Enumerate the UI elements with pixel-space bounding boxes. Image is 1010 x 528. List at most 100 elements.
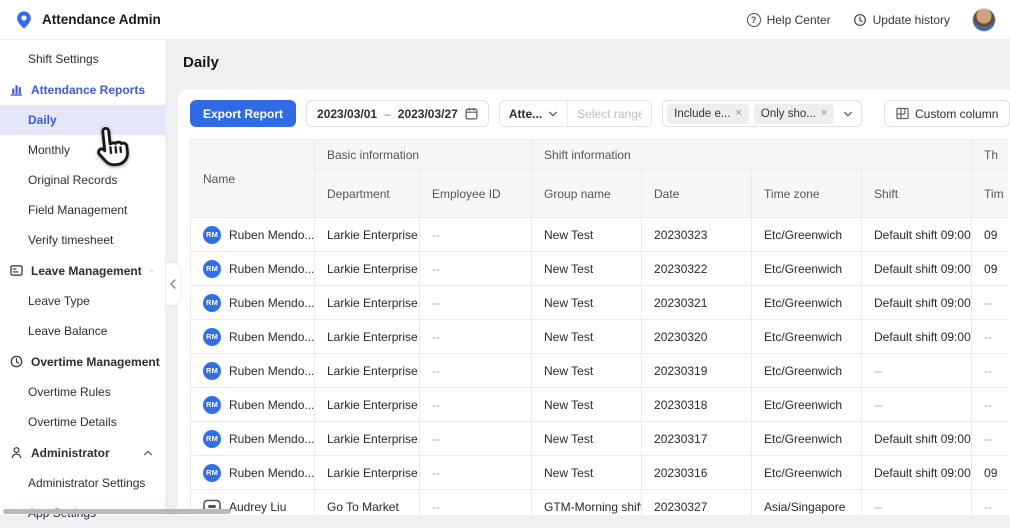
custom-column-button[interactable]: Custom column (884, 100, 1010, 127)
chip-label: Only sho... (761, 108, 816, 120)
history-clock-icon (853, 13, 867, 27)
cell-group-name: GTM-Morning shift (532, 490, 642, 516)
employee-name: Audrey Liu (229, 500, 286, 514)
cell-group-name: New Test (532, 456, 642, 490)
column-header-name: Name (191, 140, 315, 218)
update-history-button[interactable]: Update history (853, 13, 950, 27)
avatar: RM (203, 226, 221, 244)
cell-time: 09 (972, 218, 1008, 252)
range-separator: – (384, 107, 391, 121)
cell-employee-id: -- (420, 490, 532, 516)
table-row[interactable]: RMRuben Mendo... Larkie Enterprise -- Ne… (191, 252, 1009, 286)
select-range-input[interactable] (567, 101, 651, 126)
cell-time: 09 (972, 456, 1008, 490)
sidebar-item-leave-type[interactable]: Leave Type (0, 286, 165, 316)
table-row[interactable]: Audrey Liu Go To Market -- GTM-Morning s… (191, 490, 1009, 516)
employee-name: Ruben Mendo... (229, 432, 314, 446)
group-header-basic-information: Basic information (315, 140, 532, 170)
employee-name: Ruben Mendo... (229, 228, 314, 242)
sidebar-item-verify-timesheet[interactable]: Verify timesheet (0, 225, 165, 255)
table-row[interactable]: RMRuben Mendo... Larkie Enterprise -- Ne… (191, 286, 1009, 320)
close-icon[interactable]: × (821, 108, 827, 119)
chevron-up-icon (143, 448, 153, 458)
table-row[interactable]: RMRuben Mendo... Larkie Enterprise -- Ne… (191, 422, 1009, 456)
employee-name: Ruben Mendo... (229, 398, 314, 412)
administrator-person-icon (10, 446, 23, 459)
date-range-picker[interactable]: 2023/03/01 – 2023/03/27 (306, 100, 489, 127)
main-content: Daily Export Report 2023/03/01 – 2023/03… (166, 40, 1010, 515)
avatar: RM (203, 430, 221, 448)
overtime-clock-icon (10, 355, 23, 368)
leave-card-icon (10, 264, 23, 277)
sidebar-item-overtime-rules[interactable]: Overtime Rules (0, 377, 165, 407)
custom-column-label: Custom column (915, 107, 998, 121)
sidebar-section-attendance-reports[interactable]: Attendance Reports (0, 74, 165, 105)
table-row[interactable]: RMRuben Mendo... Larkie Enterprise -- Ne… (191, 388, 1009, 422)
cell-group-name: New Test (532, 218, 642, 252)
sidebar-item-leave-balance[interactable]: Leave Balance (0, 316, 165, 346)
user-avatar[interactable] (972, 8, 996, 32)
column-header-department: Department (315, 170, 420, 218)
filter-chips-group[interactable]: Include e... × Only sho... × (662, 100, 862, 127)
employee-name: Ruben Mendo... (229, 466, 314, 480)
sidebar-section-label: Overtime Management (31, 355, 160, 369)
sidebar-item-monthly[interactable]: Monthly (0, 135, 165, 165)
sidebar-item-field-management[interactable]: Field Management (0, 195, 165, 225)
sidebar-section-overtime-management[interactable]: Overtime Management (0, 346, 165, 377)
filter-chip-include[interactable]: Include e... × (667, 104, 749, 124)
sidebar-item-shift-settings[interactable]: Shift Settings (0, 44, 165, 74)
help-center-button[interactable]: ? Help Center (747, 13, 831, 27)
cell-employee-id: -- (420, 422, 532, 456)
cell-time: -- (972, 422, 1008, 456)
sidebar-collapse-handle[interactable] (166, 263, 180, 305)
export-report-button[interactable]: Export Report (190, 100, 296, 127)
cell-date: 20230323 (642, 218, 752, 252)
cell-employee-id: -- (420, 218, 532, 252)
cell-time-zone: Etc/Greenwich (752, 388, 862, 422)
sidebar-section-leave-management[interactable]: Leave Management (0, 255, 165, 286)
avatar: RM (203, 464, 221, 482)
horizontal-scrollbar-thumb[interactable] (3, 509, 231, 514)
cell-time-zone: Etc/Greenwich (752, 218, 862, 252)
sidebar-section-administrator[interactable]: Administrator (0, 437, 165, 468)
column-header-date: Date (642, 170, 752, 218)
avatar: RM (203, 362, 221, 380)
sidebar-item-overtime-details[interactable]: Overtime Details (0, 407, 165, 437)
attendance-filter-value: Atte... (509, 107, 542, 121)
table-row[interactable]: RMRuben Mendo... Larkie Enterprise -- Ne… (191, 320, 1009, 354)
cell-shift: Default shift 09:00... (862, 456, 972, 490)
table-row[interactable]: RMRuben Mendo... Larkie Enterprise -- Ne… (191, 218, 1009, 252)
sidebar-item-daily[interactable]: Daily (0, 105, 165, 135)
table-row[interactable]: RMRuben Mendo... Larkie Enterprise -- Ne… (191, 354, 1009, 388)
close-icon[interactable]: × (735, 108, 741, 119)
cell-group-name: New Test (532, 286, 642, 320)
cell-time: -- (972, 388, 1008, 422)
employee-name: Ruben Mendo... (229, 296, 314, 310)
cell-group-name: New Test (532, 252, 642, 286)
attendance-filter-select[interactable]: Atte... (500, 101, 567, 126)
cell-shift: Default shift 09:00... (862, 218, 972, 252)
cell-time-zone: Etc/Greenwich (752, 422, 862, 456)
cell-time: 09 (972, 252, 1008, 286)
attendance-table: Name Basic information Shift information… (190, 139, 1008, 515)
cell-shift: -- (862, 490, 972, 516)
column-header-employee-id: Employee ID (420, 170, 532, 218)
cell-employee-id: -- (420, 252, 532, 286)
cell-date: 20230316 (642, 456, 752, 490)
group-header-shift-information: Shift information (532, 140, 972, 170)
column-header-shift: Shift (862, 170, 972, 218)
sidebar-item-administrator-settings[interactable]: Administrator Settings (0, 468, 165, 498)
filter-chip-only-show[interactable]: Only sho... × (754, 104, 834, 124)
cell-date: 20230319 (642, 354, 752, 388)
cell-department: Go To Market (315, 490, 420, 516)
cell-department: Larkie Enterprise (315, 388, 420, 422)
cell-shift: Default shift 09:00... (862, 252, 972, 286)
table-row[interactable]: RMRuben Mendo... Larkie Enterprise -- Ne… (191, 456, 1009, 490)
avatar: RM (203, 328, 221, 346)
cell-department: Larkie Enterprise (315, 456, 420, 490)
cell-time-zone: Etc/Greenwich (752, 456, 862, 490)
column-header-group-name: Group name (532, 170, 642, 218)
chevron-left-icon (169, 279, 177, 289)
sidebar-item-original-records[interactable]: Original Records (0, 165, 165, 195)
cell-time-zone: Asia/Singapore (752, 490, 862, 516)
